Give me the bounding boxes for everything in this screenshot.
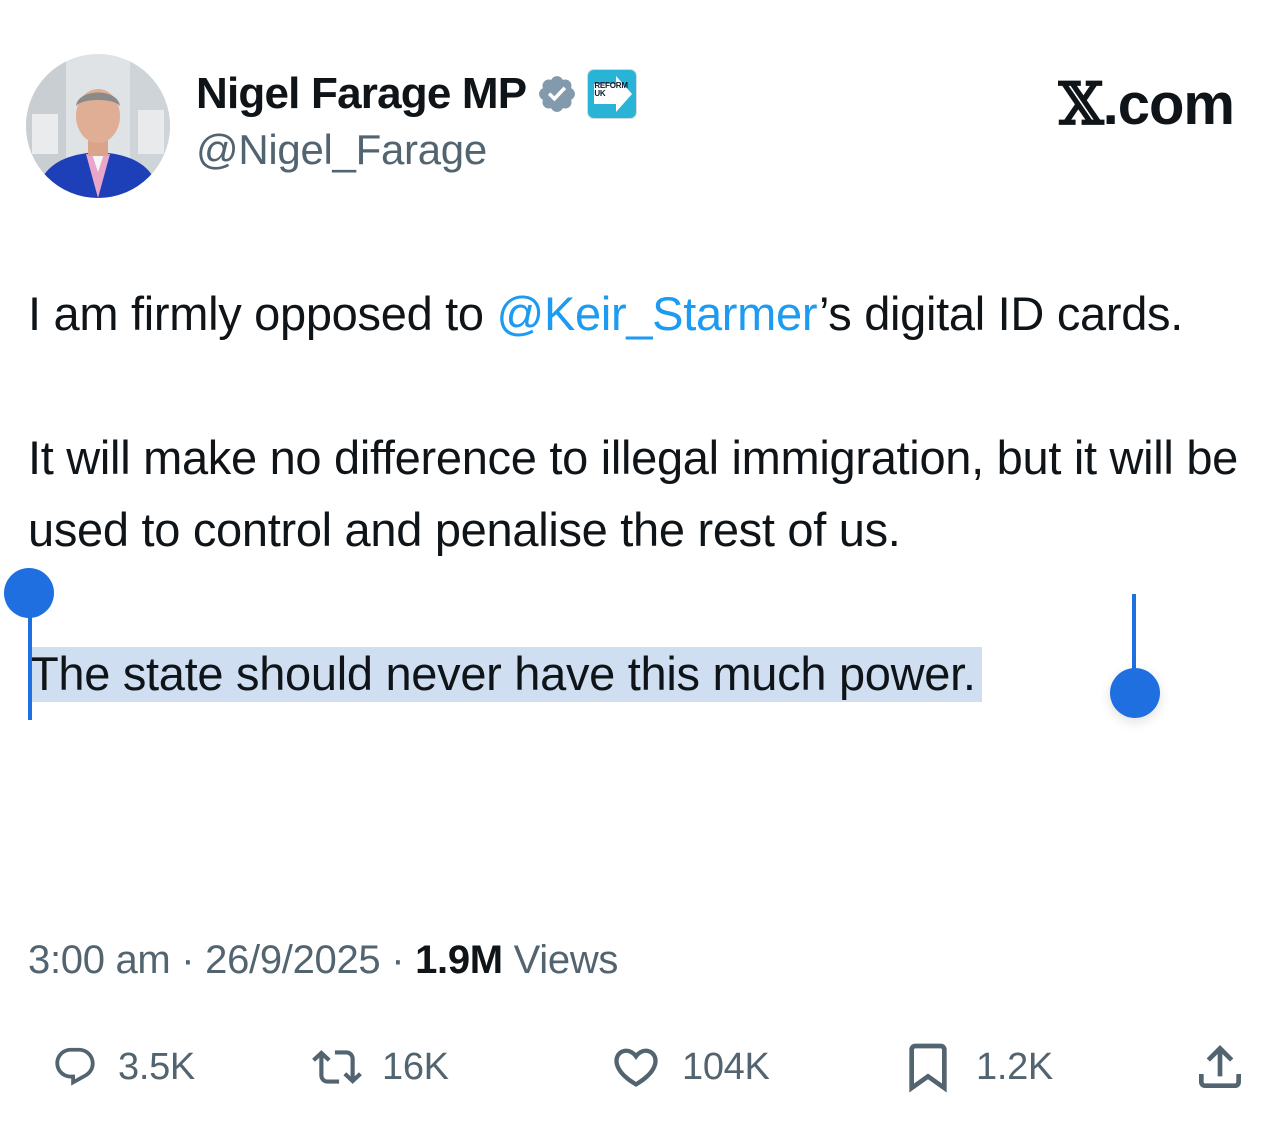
heart-icon: [614, 1048, 658, 1087]
tweet-paragraph: I am firmly opposed to @Keir_Starmer’s d…: [28, 278, 1258, 350]
bookmark-icon: [909, 1043, 947, 1093]
bookmark-button[interactable]: 1.2K: [900, 1032, 1053, 1102]
site-logo: 𝕏.com: [1058, 70, 1235, 138]
like-count: 104K: [682, 1045, 770, 1088]
author-display-name[interactable]: Nigel Farage MP: [196, 69, 527, 119]
site-domain-label: .com: [1102, 72, 1235, 137]
tweet-text: I am firmly opposed to @Keir_Starmer’s d…: [4, 278, 1258, 720]
views-count: 1.9M: [415, 938, 503, 982]
selection-end-caret: [1132, 594, 1136, 672]
avatar-image: [26, 54, 170, 198]
mention-link[interactable]: @Keir_Starmer: [497, 287, 820, 340]
share-icon: [1199, 1045, 1241, 1088]
author-handle[interactable]: @Nigel_Farage: [196, 126, 487, 174]
share-button[interactable]: [1192, 1032, 1248, 1102]
repost-icon: [312, 1050, 362, 1084]
reply-count: 3.5K: [118, 1045, 195, 1088]
selection-start-handle[interactable]: [4, 568, 54, 618]
action-bar: 3.5K 16K 104K 1.2K: [0, 1032, 1284, 1102]
verified-badge-icon: [536, 73, 578, 115]
reform-uk-affiliation-badge[interactable]: REFORM UK: [588, 70, 637, 118]
tweet-text-segment: ’s digital ID cards.: [818, 287, 1184, 340]
x-logo-icon: 𝕏: [1058, 70, 1104, 138]
tweet-paragraph: It will make no difference to illegal im…: [28, 431, 1239, 556]
avatar[interactable]: [26, 54, 170, 198]
affiliation-badge-text: REFORM UK: [594, 81, 628, 98]
text-selection: The state should never have this much po…: [28, 647, 982, 702]
tweet-text-segment: I am firmly opposed to: [28, 287, 497, 340]
author-name-row: Nigel Farage MP REFORM UK: [196, 66, 637, 122]
reply-button[interactable]: 3.5K: [52, 1032, 195, 1102]
meta-separator: ·: [391, 938, 405, 982]
views-label: Views: [513, 938, 619, 982]
bookmark-count: 1.2K: [976, 1045, 1053, 1088]
tweet-date[interactable]: 26/9/2025: [205, 938, 381, 982]
tweet-time[interactable]: 3:00 am: [28, 938, 171, 982]
selection-end-handle[interactable]: [1110, 668, 1160, 718]
meta-separator: ·: [181, 938, 195, 982]
reply-icon: [55, 1047, 95, 1086]
repost-count: 16K: [382, 1045, 449, 1088]
tweet-paragraph-selected: The state should never have this much po…: [4, 568, 1258, 720]
repost-button[interactable]: 16K: [312, 1032, 449, 1102]
tweet-meta: 3:00 am · 26/9/2025 · 1.9M Views: [28, 938, 618, 983]
like-button[interactable]: 104K: [610, 1032, 770, 1102]
